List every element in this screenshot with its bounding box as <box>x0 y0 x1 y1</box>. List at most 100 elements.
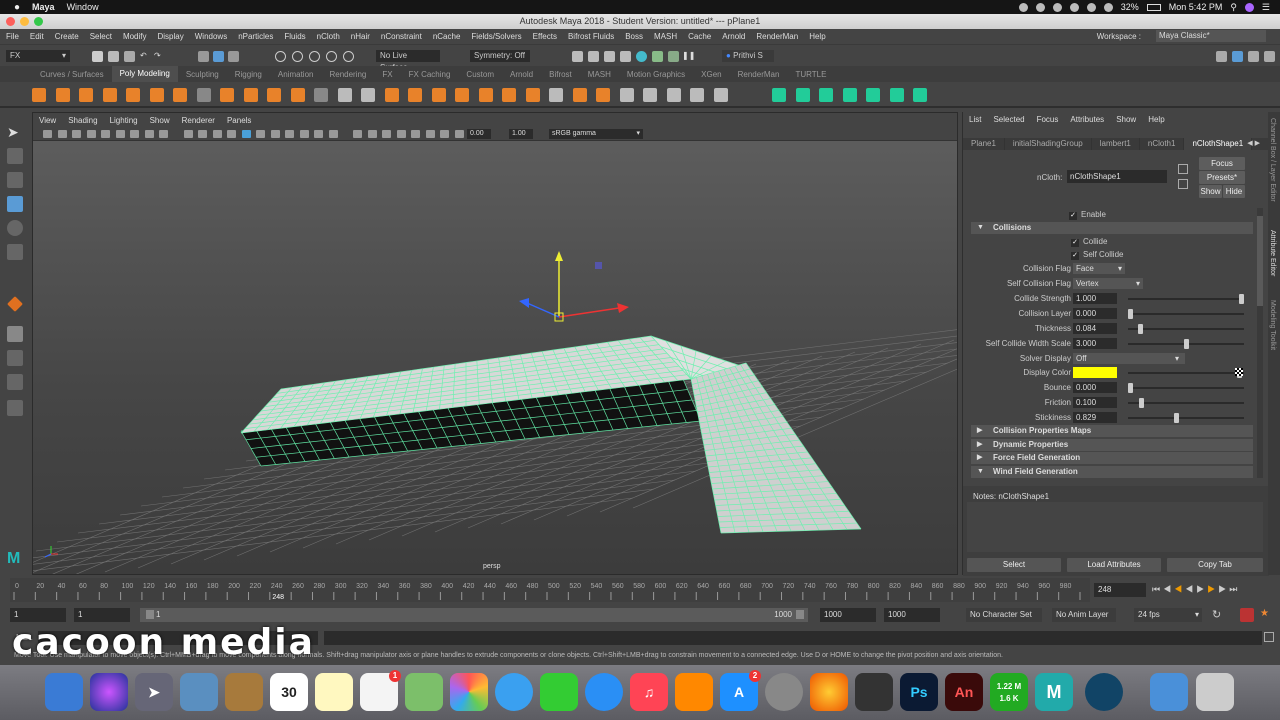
viewport-toolbar-icon[interactable] <box>314 130 323 138</box>
select-component-icon[interactable] <box>228 51 239 62</box>
self-collide-checkbox[interactable]: ✓ Self Collide <box>1071 250 1123 260</box>
fps-dropdown[interactable]: 24 fps ▾ <box>1134 608 1202 622</box>
input-connection-icon[interactable] <box>1178 164 1188 174</box>
shelf-tool-icon[interactable] <box>889 88 904 102</box>
collide-checkbox[interactable]: ✓ Collide <box>1071 237 1107 247</box>
slider-track[interactable] <box>1128 294 1244 304</box>
shelf-tool-icon[interactable] <box>220 88 234 102</box>
slider-handle[interactable] <box>1128 383 1133 393</box>
shelf-tool-icon[interactable] <box>795 88 810 102</box>
slider-value-field[interactable]: 0.000 <box>1073 308 1117 319</box>
scene-3d[interactable] <box>33 113 958 575</box>
shelf-tool-icon[interactable] <box>478 88 493 102</box>
wifi-icon[interactable] <box>1086 2 1096 12</box>
menu-fieldssolvers[interactable]: Fields/Solvers <box>471 32 521 41</box>
viewport-toolbar-icon[interactable] <box>256 130 265 138</box>
shelf-tab-xgen[interactable]: XGen <box>693 70 729 79</box>
display-color-slider[interactable] <box>1128 368 1244 378</box>
shelf-tool-icon[interactable] <box>314 88 328 102</box>
menu-nparticles[interactable]: nParticles <box>238 32 273 41</box>
exposure-field[interactable]: 0.00 <box>467 129 491 139</box>
panel-menu-renderer[interactable]: Renderer <box>182 116 215 125</box>
shelf-tab-renderman[interactable]: RenderMan <box>730 70 788 79</box>
slider-handle[interactable] <box>1128 309 1133 319</box>
viewport-toolbar-icon[interactable] <box>72 130 81 138</box>
shelf-tool-icon[interactable] <box>572 88 587 102</box>
step-forward-key-icon[interactable]: ▶ <box>1218 584 1229 594</box>
slider-value-field[interactable]: 0.084 <box>1073 323 1117 334</box>
shelf-tool-icon[interactable] <box>384 88 399 102</box>
menu-select[interactable]: Select <box>90 32 112 41</box>
preview-icon[interactable] <box>180 673 218 711</box>
rotate-tool-icon[interactable] <box>7 220 23 236</box>
shelf-tab-rigging[interactable]: Rigging <box>227 70 270 79</box>
menu-nconstraint[interactable]: nConstraint <box>381 32 422 41</box>
sidebar-toggle-icon[interactable] <box>1216 51 1227 62</box>
lasso-tool-icon[interactable] <box>7 148 23 164</box>
slider-track[interactable] <box>1128 413 1244 423</box>
attribute-editor-tab[interactable]: Attribute Editor <box>1269 230 1276 276</box>
shelf-tab-animation[interactable]: Animation <box>270 70 322 79</box>
presets-button[interactable]: Presets* <box>1199 171 1245 184</box>
shelf-tool-icon[interactable] <box>431 88 446 102</box>
new-scene-icon[interactable] <box>92 51 103 62</box>
clock[interactable]: Mon 5:42 PM <box>1169 2 1223 12</box>
section-collision-properties-maps[interactable]: ▶ Collision Properties Maps <box>971 425 1253 437</box>
shelf-tab-arnold[interactable]: Arnold <box>502 70 541 79</box>
facetime-icon[interactable] <box>540 673 578 711</box>
auto-key-icon[interactable] <box>1240 608 1254 622</box>
viewport-toolbar-icon[interactable] <box>212 130 222 138</box>
panel-menu-lighting[interactable]: Lighting <box>110 116 138 125</box>
viewport-toolbar-icon[interactable] <box>241 130 251 138</box>
creative-cloud-icon[interactable] <box>1035 2 1045 12</box>
save-scene-icon[interactable] <box>124 51 135 62</box>
go-to-end-icon[interactable]: ⏭ <box>1229 584 1240 594</box>
outliner-layout-icon[interactable] <box>7 374 23 390</box>
viewport-toolbar-icon[interactable] <box>328 130 338 138</box>
panel-menu-shading[interactable]: Shading <box>68 116 97 125</box>
snap-point-icon[interactable] <box>309 51 320 62</box>
play-forwards-icon[interactable]: ▶ <box>1196 584 1207 594</box>
load-attributes-button[interactable]: Load Attributes <box>1067 558 1161 572</box>
ae-tab-ncloth1[interactable]: nCloth1 <box>1140 138 1185 150</box>
menu-effects[interactable]: Effects <box>533 32 557 41</box>
anim-end-field[interactable]: 1000 <box>820 608 876 622</box>
loop-icon[interactable]: ↻ <box>1212 608 1221 621</box>
shelf-tool-icon[interactable] <box>502 88 516 102</box>
apple-menu-icon[interactable]: ● <box>14 2 20 13</box>
slider-track[interactable] <box>1128 324 1244 334</box>
user-account-dropdown[interactable]: ● Prithvi S <box>722 50 774 62</box>
menu-modify[interactable]: Modify <box>123 32 147 41</box>
section-dynamic-properties[interactable]: ▶ Dynamic Properties <box>971 438 1253 451</box>
start-time-field[interactable]: 1 <box>10 608 66 622</box>
shelf-tool-icon[interactable] <box>866 88 880 102</box>
downloads-folder-icon[interactable] <box>1150 673 1188 711</box>
safari-icon[interactable] <box>585 673 623 711</box>
menu-renderman[interactable]: RenderMan <box>756 32 798 41</box>
viewport-toolbar-icon[interactable] <box>270 130 280 138</box>
symmetry-dropdown[interactable]: Symmetry: Off <box>470 50 530 62</box>
ae-menu-list[interactable]: List <box>969 115 981 124</box>
texture-map-icon[interactable] <box>1235 368 1243 376</box>
ae-menu-focus[interactable]: Focus <box>1037 115 1059 124</box>
time-ruler[interactable]: 0 20 40 60 80 100 120 140 160 180 200 220 240 260 280 3… <box>10 578 1090 602</box>
redo-icon[interactable]: ↷ <box>154 51 165 62</box>
viewport-toolbar-icon[interactable] <box>115 130 125 138</box>
shelf-tool-icon[interactable] <box>666 88 681 102</box>
shelf-tab-fx[interactable]: FX <box>374 70 400 79</box>
shelf-tab-polymodeling[interactable]: Poly Modeling <box>111 66 178 82</box>
shelf-tool-icon[interactable] <box>267 88 281 102</box>
menu-boss[interactable]: Boss <box>625 32 643 41</box>
shelf-tool-icon[interactable] <box>290 88 305 102</box>
anim-prefs-icon[interactable]: ★ <box>1260 608 1269 619</box>
notification-center-icon[interactable]: ☰ <box>1262 2 1270 13</box>
viewport-persp[interactable]: View Shading Lighting Show Renderer Panels 0.… <box>32 112 958 575</box>
viewport-toolbar-icon[interactable] <box>299 130 309 138</box>
viewport-toolbar-icon[interactable] <box>411 130 420 138</box>
spotlight-icon[interactable]: ⚲ <box>1230 2 1237 13</box>
undo-icon[interactable]: ↶ <box>140 51 151 62</box>
shelf-tab-rendering[interactable]: Rendering <box>321 70 374 79</box>
gamma-field[interactable]: 1.00 <box>509 129 533 139</box>
channel-box-tab[interactable]: Channel Box / Layer Editor <box>1269 118 1276 202</box>
shelf-tool-icon[interactable] <box>173 88 187 102</box>
